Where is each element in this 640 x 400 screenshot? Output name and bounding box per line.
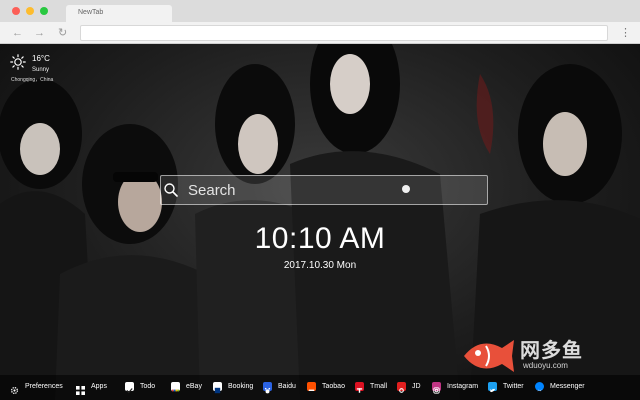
bottom-item-label: Apps [91, 382, 107, 390]
bottom-item-apps[interactable]: Apps [76, 379, 107, 395]
bottom-item-booking[interactable]: Booking [213, 379, 253, 393]
bottom-item-ebay[interactable]: eBay [171, 379, 202, 393]
baidu-icon [263, 381, 272, 393]
clock-date: 2017.10.30 Mon [283, 260, 357, 271]
bottom-item-label: Twitter [503, 382, 524, 390]
minimize-window-button[interactable] [26, 7, 34, 15]
bottom-item-tmall[interactable]: Tmall [355, 379, 387, 393]
bottom-item-label: Booking [228, 382, 254, 390]
weather-widget[interactable]: 16°C Sunny Chongqing，China [8, 52, 68, 88]
maximize-window-button[interactable] [40, 7, 48, 15]
bottom-item-label: Instagram [447, 382, 479, 390]
checkbox-icon [125, 381, 134, 393]
taobao-icon [307, 381, 316, 391]
weather-condition: Sunny [32, 67, 50, 73]
bottom-item-label: Preferences [25, 382, 63, 390]
back-arrow-icon[interactable]: ← [12, 26, 23, 40]
instagram-icon [432, 381, 441, 394]
menu-dots-icon[interactable]: ⋮ [620, 26, 631, 40]
jd-icon [397, 381, 406, 393]
reload-icon[interactable]: ↻ [58, 26, 67, 40]
search-engine-toggle[interactable] [402, 185, 410, 193]
address-bar[interactable] [80, 25, 608, 41]
bottom-item-label: Todo [140, 382, 156, 390]
forward-arrow-icon[interactable]: → [34, 26, 45, 40]
tab-bar: NewTab [0, 0, 640, 22]
search-input[interactable] [188, 177, 398, 203]
browser-toolbar: ← → ↻ ⋮ [0, 22, 640, 44]
sun-icon [10, 54, 26, 70]
twitter-icon [488, 381, 497, 392]
booking-icon [213, 381, 222, 393]
gear-icon [10, 382, 19, 394]
tab-title: NewTab [78, 9, 104, 16]
tab-newtab[interactable]: NewTab [66, 5, 172, 22]
bottom-item-taobao[interactable]: Taobao [307, 379, 345, 393]
tmall-icon [355, 381, 364, 393]
bottom-item-instagram[interactable]: Instagram [432, 379, 479, 394]
apps-grid-icon [76, 382, 85, 395]
bottom-item-todo[interactable]: Todo [125, 379, 155, 393]
logo-name: 网多鱼 [520, 340, 583, 362]
bottom-item-twitter[interactable]: Twitter [488, 379, 524, 393]
bottom-item-messenger[interactable]: Messenger [535, 379, 585, 393]
clock-time: 10:10 AM [254, 222, 386, 255]
search-icon[interactable] [163, 182, 179, 198]
messenger-icon [535, 381, 544, 391]
weather-location: Chongqing，China [11, 77, 54, 83]
bottom-item-preferences[interactable]: Preferences [10, 379, 63, 394]
bottom-item-label: JD [412, 382, 421, 390]
bottom-item-jd[interactable]: JD [397, 379, 421, 393]
bottom-item-label: Messenger [550, 382, 585, 390]
logo-domain: wduoyu.com [523, 361, 568, 370]
bottom-item-label: Tmall [370, 382, 388, 390]
bottom-item-label: Baidu [278, 382, 296, 390]
bottom-item-label: eBay [186, 382, 202, 390]
temperature: 16°C [32, 54, 50, 63]
close-window-button[interactable] [12, 7, 20, 15]
bottom-item-label: Taobao [322, 382, 345, 390]
ebay-icon [171, 381, 180, 391]
bottom-item-baidu[interactable]: Baidu [263, 379, 296, 393]
